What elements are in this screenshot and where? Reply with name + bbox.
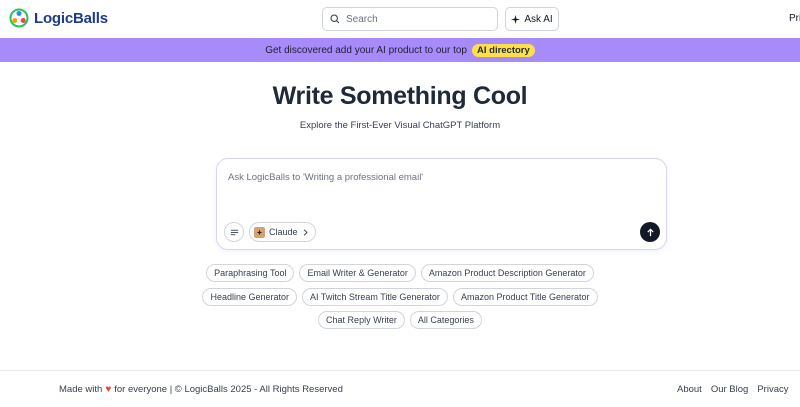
search-box[interactable] — [322, 7, 498, 31]
chip-headline-generator[interactable]: Headline Generator — [202, 288, 298, 306]
ask-ai-label: Ask AI — [524, 13, 553, 25]
prompt-box: Claude — [216, 158, 667, 250]
sparkle-icon — [511, 14, 521, 24]
claude-icon — [254, 226, 265, 238]
page-title: Write Something Cool — [272, 82, 528, 110]
page-subtitle: Explore the First-Ever Visual ChatGPT Pl… — [299, 120, 501, 131]
settings-button[interactable] — [224, 222, 244, 242]
nav-link-pricing[interactable]: Pri — [789, 13, 800, 24]
chip-chat-reply-writer[interactable]: Chat Reply Writer — [318, 311, 405, 329]
chip-twitch-stream-title[interactable]: AI Twitch Stream Title Generator — [302, 288, 448, 306]
footer-links: About Our Blog Privacy — [677, 384, 788, 395]
footer-copyright: Made with ♥ for everyone | © LogicBalls … — [59, 384, 343, 395]
model-selector[interactable]: Claude — [249, 222, 316, 242]
sliders-icon — [230, 229, 238, 235]
search-input[interactable] — [346, 13, 486, 25]
logo[interactable]: LogicBalls — [9, 8, 108, 28]
footer-link-about[interactable]: About — [677, 384, 702, 395]
chip-email-writer[interactable]: Email Writer & Generator — [299, 264, 416, 282]
heart-icon: ♥ — [105, 384, 112, 395]
chip-all-categories[interactable]: All Categories — [409, 311, 482, 329]
ask-ai-button[interactable]: Ask AI — [505, 7, 559, 31]
banner-text: Get discovered add your AI product to ou… — [265, 44, 467, 56]
logo-text: LogicBalls — [34, 9, 108, 27]
chevron-right-icon — [303, 228, 308, 236]
chip-paraphrasing-tool[interactable]: Paraphrasing Tool — [206, 264, 295, 282]
promo-banner: Get discovered add your AI product to ou… — [0, 38, 800, 62]
suggestion-row-3: Chat Reply Writer All Categories — [0, 311, 800, 329]
model-label: Claude — [269, 227, 298, 237]
footer-link-privacy[interactable]: Privacy — [757, 384, 788, 395]
made-with-text: Made with — [59, 384, 103, 395]
copyright-text: for everyone | © LogicBalls 2025 - All R… — [114, 384, 343, 395]
send-button[interactable] — [640, 222, 660, 242]
chip-amazon-product-description[interactable]: Amazon Product Description Generator — [420, 264, 594, 282]
footer-divider — [0, 370, 800, 371]
footer-link-blog[interactable]: Our Blog — [711, 384, 749, 395]
arrow-up-icon — [646, 227, 654, 236]
top-nav: LogicBalls Ask AI Pri — [0, 0, 800, 38]
suggestion-row-2: Headline Generator AI Twitch Stream Titl… — [0, 288, 800, 306]
ai-directory-badge[interactable]: AI directory — [472, 43, 535, 57]
search-icon — [330, 14, 340, 24]
prompt-input[interactable] — [228, 172, 648, 183]
chip-amazon-product-title[interactable]: Amazon Product Title Generator — [452, 288, 598, 306]
suggestion-row-1: Paraphrasing Tool Email Writer & Generat… — [0, 264, 800, 282]
logicballs-logo-icon — [9, 8, 29, 28]
